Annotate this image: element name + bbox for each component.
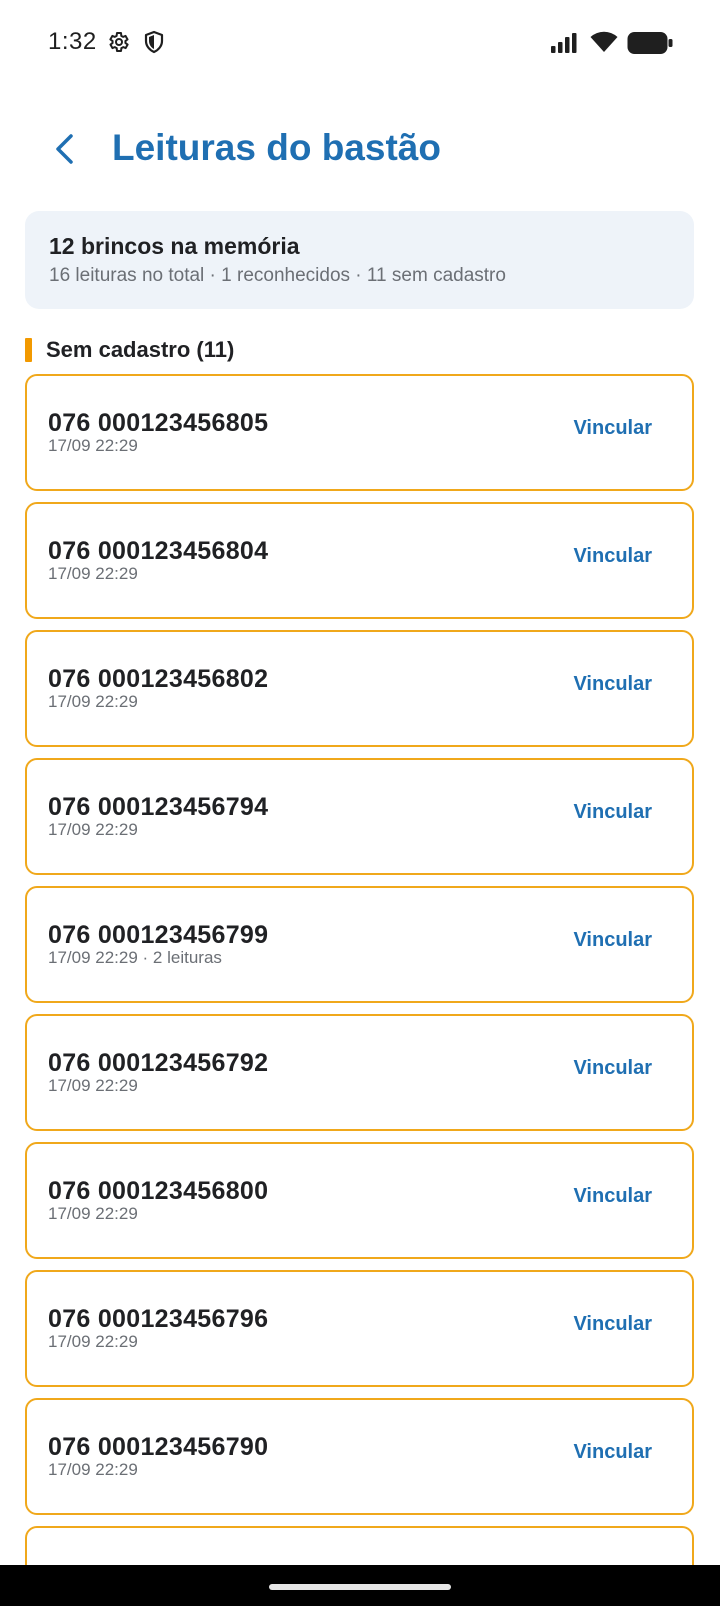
link-tag-button[interactable]: Vincular <box>573 1312 652 1336</box>
status-time: 1:32 <box>48 28 97 55</box>
tag-number: 076 000123456790 <box>48 1433 269 1461</box>
app-header: Leituras do bastão <box>0 110 720 190</box>
system-navigation-bar <box>0 1565 720 1606</box>
shield-icon <box>143 30 165 54</box>
settings-gear-icon <box>106 30 130 54</box>
unregistered-tag-list: 076 000123456805 17/09 22:29 Vincular 07… <box>25 374 694 1606</box>
tag-card: 076 000123456796 17/09 22:29 Vincular <box>25 1270 694 1387</box>
tag-read-info: 17/09 22:29 <box>48 564 138 583</box>
signal-icon <box>550 32 580 54</box>
tag-number: 076 000123456802 <box>48 665 269 693</box>
tag-read-info: 17/09 22:29 <box>48 1076 138 1095</box>
status-bar: 1:32 <box>0 0 720 88</box>
link-tag-button[interactable]: Vincular <box>573 928 652 952</box>
tag-card: 076 000123456799 17/09 22:29 · 2 leitura… <box>25 886 694 1003</box>
battery-icon <box>627 31 673 55</box>
chevron-left-icon <box>53 132 77 171</box>
tag-number: 076 000123456800 <box>48 1177 269 1205</box>
link-tag-button[interactable]: Vincular <box>573 544 652 568</box>
memory-summary-card: 12 brincos na memória 16 leituras no tot… <box>25 211 694 309</box>
link-tag-button[interactable]: Vincular <box>573 416 652 440</box>
tag-card: 076 000123456794 17/09 22:29 Vincular <box>25 758 694 875</box>
tag-read-info: 17/09 22:29 <box>48 820 138 839</box>
screen: 1:32 Leituras do bastão 12 brincos na me… <box>0 0 720 1606</box>
wifi-icon <box>590 30 618 54</box>
summary-subtitle: 16 leituras no total · 1 reconhecidos · … <box>49 264 506 286</box>
tag-number: 076 000123456792 <box>48 1049 269 1077</box>
tag-number: 076 000123456805 <box>48 409 269 437</box>
tag-number: 076 000123456799 <box>48 921 269 949</box>
page-title: Leituras do bastão <box>112 127 441 168</box>
link-tag-button[interactable]: Vincular <box>573 800 652 824</box>
tag-card: 076 000123456802 17/09 22:29 Vincular <box>25 630 694 747</box>
link-tag-button[interactable]: Vincular <box>573 1056 652 1080</box>
tag-read-info: 17/09 22:29 <box>48 436 138 455</box>
tag-card: 076 000123456790 17/09 22:29 Vincular <box>25 1398 694 1515</box>
tag-number: 076 000123456796 <box>48 1305 269 1333</box>
tag-read-info: 17/09 22:29 <box>48 1460 138 1479</box>
home-indicator[interactable] <box>269 1584 451 1590</box>
section-title: Sem cadastro (11) <box>46 337 235 362</box>
tag-read-info: 17/09 22:29 <box>48 1332 138 1351</box>
tag-card: 076 000123456805 17/09 22:29 Vincular <box>25 374 694 491</box>
tag-read-info: 17/09 22:29 · 2 leituras <box>48 948 222 967</box>
tag-number: 076 000123456804 <box>48 537 269 565</box>
tag-number: 076 000123456794 <box>48 793 269 821</box>
section-header-unregistered: Sem cadastro (11) <box>25 336 234 364</box>
tag-read-info: 17/09 22:29 <box>48 1204 138 1223</box>
tag-card: 076 000123456800 17/09 22:29 Vincular <box>25 1142 694 1259</box>
summary-title: 12 brincos na memória <box>49 233 300 259</box>
link-tag-button[interactable]: Vincular <box>573 1440 652 1464</box>
tag-read-info: 17/09 22:29 <box>48 692 138 711</box>
link-tag-button[interactable]: Vincular <box>573 672 652 696</box>
section-accent-bar <box>25 338 32 362</box>
tag-card: 076 000123456792 17/09 22:29 Vincular <box>25 1014 694 1131</box>
link-tag-button[interactable]: Vincular <box>573 1184 652 1208</box>
tag-card: 076 000123456804 17/09 22:29 Vincular <box>25 502 694 619</box>
back-button[interactable] <box>40 126 90 176</box>
